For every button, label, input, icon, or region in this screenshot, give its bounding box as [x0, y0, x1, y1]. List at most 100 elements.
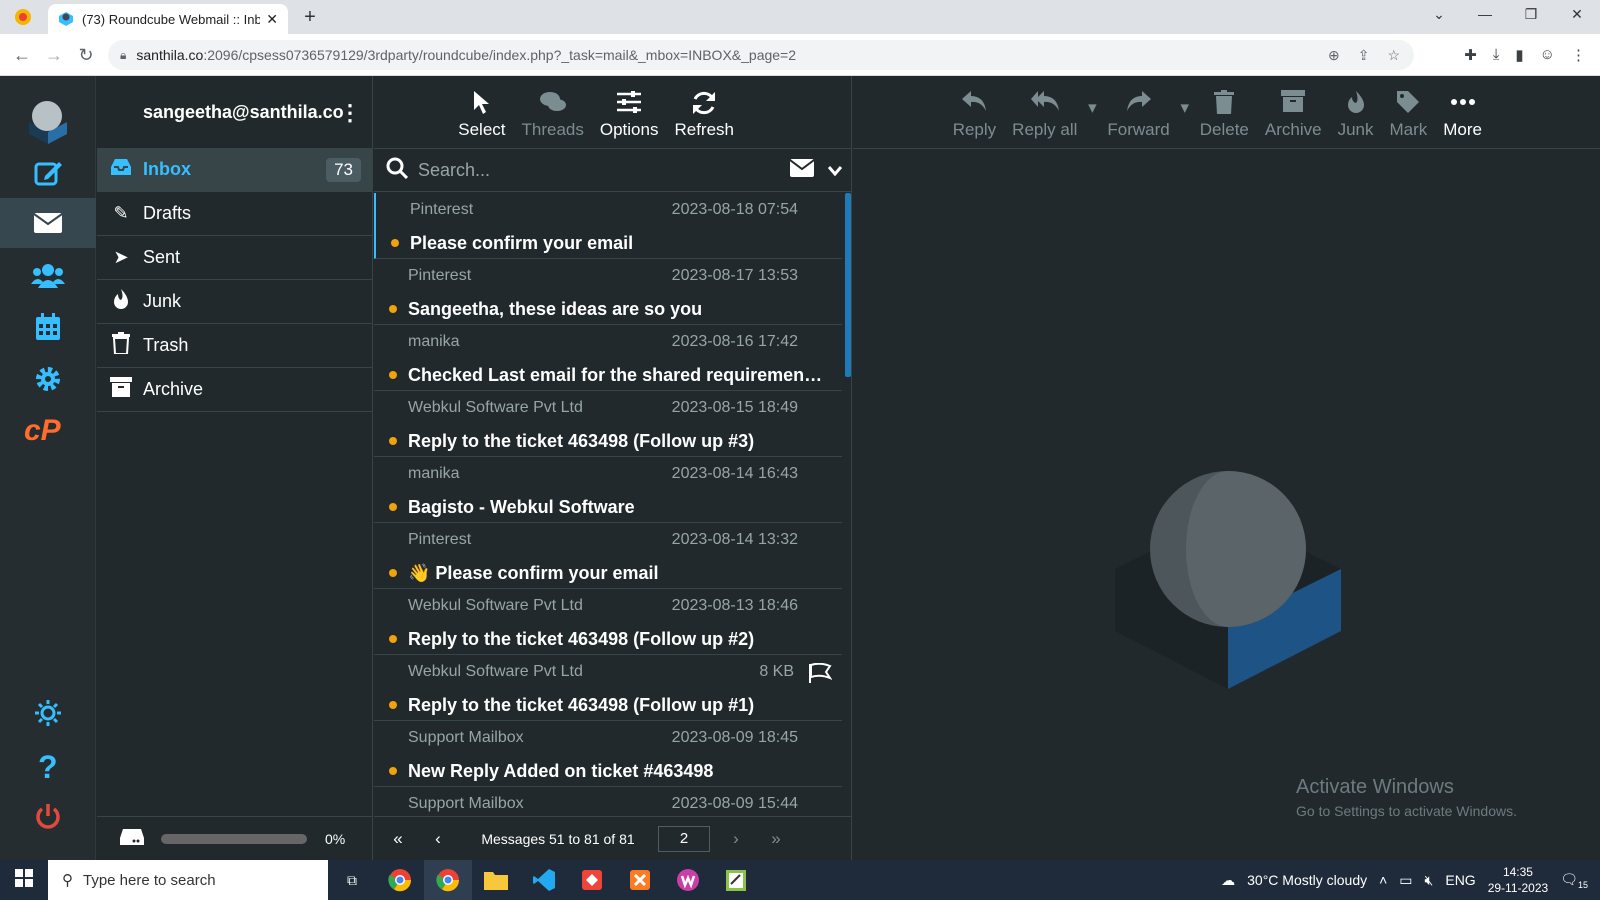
chevron-down-icon[interactable]: [827, 160, 843, 181]
message-row[interactable]: Webkul Software Pvt Ltd 2023-08-15 18:49…: [374, 391, 842, 457]
browser-profile-icon[interactable]: [14, 8, 32, 26]
message-row[interactable]: Support Mailbox 2023-08-09 15:44: [374, 787, 842, 813]
share-icon[interactable]: ⇪: [1358, 47, 1370, 64]
message-row[interactable]: Pinterest 2023-08-18 07:54 Please confir…: [374, 193, 842, 259]
list-scrollbar[interactable]: [845, 193, 851, 377]
new-tab-button[interactable]: +: [296, 6, 324, 30]
folder-drafts[interactable]: ✎ Drafts: [97, 192, 373, 236]
message-row[interactable]: Support Mailbox 2023-08-09 18:45 New Rep…: [374, 721, 842, 787]
reload-button[interactable]: ↻: [72, 42, 100, 68]
settings-gear-icon[interactable]: [0, 354, 96, 404]
tab-search-icon[interactable]: ⌄: [1416, 0, 1462, 30]
vscode-icon[interactable]: [520, 860, 568, 900]
message-subject: Checked Last email for the shared requir…: [408, 365, 828, 385]
more-button[interactable]: More: [1435, 76, 1490, 140]
quota-percent: 0%: [325, 830, 346, 847]
mail-icon[interactable]: [0, 198, 96, 248]
volume-muted-icon[interactable]: 🔇︎: [1425, 872, 1434, 889]
chrome-app-icon[interactable]: [376, 860, 424, 900]
taskbar-search-box[interactable]: ⚲ Type here to search: [48, 860, 328, 900]
message-row[interactable]: Pinterest 2023-08-17 13:53 Sangeetha, th…: [374, 259, 842, 325]
download-icon[interactable]: ⤓: [1493, 46, 1500, 64]
address-bar[interactable]: 🔒︎ santhila.co:2096/cpsess0736579129/3rd…: [108, 40, 1414, 70]
show-hidden-icons-chevron-icon[interactable]: ˄: [1379, 872, 1387, 888]
file-explorer-icon[interactable]: [472, 860, 520, 900]
junk-button[interactable]: Junk: [1330, 76, 1382, 140]
delete-button[interactable]: Delete: [1192, 76, 1257, 140]
next-page-icon[interactable]: ›: [716, 829, 756, 849]
account-menu-icon[interactable]: ⋮: [339, 100, 361, 126]
message-row[interactable]: manika 2023-08-16 17:42 Checked Last ema…: [374, 325, 842, 391]
profile-avatar-icon[interactable]: ☺: [1540, 46, 1555, 64]
page-number-input[interactable]: [658, 825, 710, 852]
wps-office-icon[interactable]: [664, 860, 712, 900]
bookmark-star-icon[interactable]: ☆: [1387, 47, 1400, 64]
first-page-icon[interactable]: «: [378, 829, 418, 849]
folder-junk[interactable]: Junk: [97, 280, 373, 324]
refresh-button[interactable]: Refresh: [666, 76, 742, 140]
forward-button[interactable]: →: [40, 42, 68, 68]
last-page-icon[interactable]: »: [756, 829, 796, 849]
archive-button[interactable]: Archive: [1257, 76, 1330, 140]
url-path: :2096/cpsess0736579129/3rdparty/roundcub…: [203, 47, 797, 63]
contacts-icon[interactable]: [0, 250, 96, 300]
browser-tab[interactable]: (73) Roundcube Webmail :: Inbo ✕: [48, 4, 288, 34]
search-bar[interactable]: Search...: [374, 148, 852, 192]
mark-button[interactable]: Mark: [1381, 76, 1435, 140]
task-view-icon[interactable]: ⧉: [328, 860, 376, 900]
restore-button[interactable]: ❐: [1508, 0, 1554, 30]
notifications-icon[interactable]: 🗨︎15: [1560, 871, 1588, 890]
message-date: 2023-08-09 18:45: [671, 729, 798, 746]
options-button[interactable]: Options: [592, 76, 667, 140]
folder-archive[interactable]: Archive: [97, 368, 373, 412]
browser-menu-icon[interactable]: ⋮: [1571, 46, 1586, 64]
search-input[interactable]: Search...: [418, 160, 490, 181]
side-panel-icon[interactable]: ▮: [1515, 46, 1523, 64]
xampp-icon[interactable]: [616, 860, 664, 900]
select-button[interactable]: Select: [450, 76, 513, 140]
folder-trash[interactable]: Trash: [97, 324, 373, 368]
forward-dropdown-icon[interactable]: ▾: [1178, 76, 1192, 140]
weather-cloud-icon[interactable]: ☁: [1221, 872, 1235, 889]
compose-icon[interactable]: [0, 148, 96, 198]
clock[interactable]: 14:35 29-11-2023: [1488, 864, 1549, 896]
language-indicator[interactable]: ENG: [1445, 872, 1475, 888]
folder-inbox[interactable]: Inbox 73: [97, 148, 373, 192]
cpanel-icon[interactable]: cP: [0, 404, 96, 454]
prev-page-icon[interactable]: ‹: [418, 829, 458, 849]
theme-toggle-sun-icon[interactable]: [0, 688, 96, 738]
close-window-button[interactable]: ✕: [1554, 0, 1600, 30]
reply-button[interactable]: Reply: [945, 76, 1004, 140]
message-row[interactable]: Webkul Software Pvt Ltd 2023-08-13 18:46…: [374, 589, 842, 655]
help-icon[interactable]: ?: [0, 740, 96, 790]
quota-bar: [161, 833, 307, 844]
windows-start-icon[interactable]: [0, 868, 48, 892]
logout-power-icon[interactable]: [0, 792, 96, 842]
folder-sent[interactable]: ➤ Sent: [97, 236, 373, 280]
zoom-icon[interactable]: ⊕: [1328, 47, 1340, 64]
forward-button[interactable]: Forward: [1099, 76, 1177, 140]
back-button[interactable]: ←: [8, 42, 36, 68]
envelope-filter-icon[interactable]: [789, 158, 815, 182]
flag-icon[interactable]: [808, 662, 833, 688]
message-row-hovered[interactable]: Webkul Software Pvt Ltd 8 KB Reply to th…: [374, 655, 842, 721]
roundcube-logo-icon[interactable]: [0, 86, 96, 156]
minimize-button[interactable]: —: [1462, 0, 1508, 30]
message-row[interactable]: manika 2023-08-14 16:43 Bagisto - Webkul…: [374, 457, 842, 523]
calendar-icon[interactable]: [0, 302, 96, 352]
message-row[interactable]: Pinterest 2023-08-14 13:32 👋 Please conf…: [374, 523, 842, 589]
weather-text[interactable]: 30°C Mostly cloudy: [1247, 872, 1367, 888]
close-tab-icon[interactable]: ✕: [266, 11, 278, 28]
notepad-plus-icon[interactable]: [712, 860, 760, 900]
network-icon[interactable]: ▭: [1399, 872, 1412, 889]
archive-box-icon: [109, 377, 133, 402]
reply-all-dropdown-icon[interactable]: ▾: [1085, 76, 1099, 140]
chrome-app-active-icon[interactable]: [424, 860, 472, 900]
threads-button[interactable]: Threads: [514, 76, 592, 140]
unread-dot-icon: [389, 701, 397, 709]
extensions-puzzle-icon[interactable]: ✚: [1464, 46, 1477, 64]
reply-all-button[interactable]: Reply all: [1004, 76, 1085, 140]
message-date: 2023-08-18 07:54: [671, 201, 798, 218]
anydesk-icon[interactable]: [568, 860, 616, 900]
svg-text:cP: cP: [24, 414, 62, 444]
